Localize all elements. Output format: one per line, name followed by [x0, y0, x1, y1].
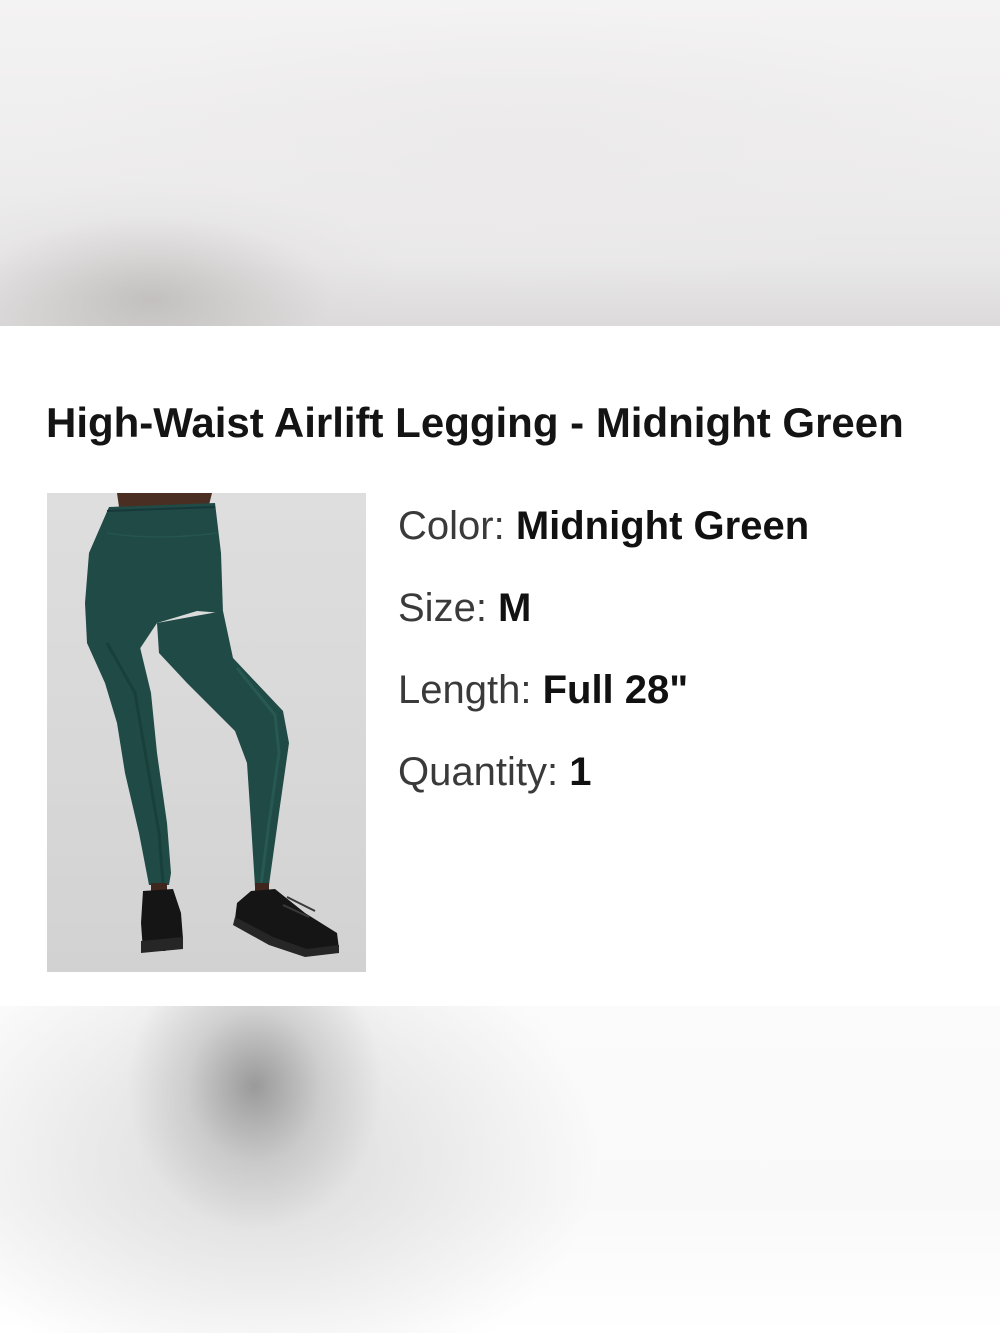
detail-quantity-label: Quantity: — [398, 750, 570, 794]
detail-size: Size: M — [398, 580, 978, 662]
detail-color-label: Color: — [398, 504, 516, 548]
order-item-details: Color: Midnight Green Size: M Length: Fu… — [398, 498, 978, 826]
detail-color: Color: Midnight Green — [398, 498, 978, 580]
detail-size-label: Size: — [398, 586, 499, 630]
product-image[interactable] — [47, 493, 366, 972]
detail-size-value: M — [498, 586, 532, 630]
blurred-backdrop-bottom — [0, 1006, 1000, 1333]
product-title: High-Waist Airlift Legging - Midnight Gr… — [46, 399, 904, 446]
order-item-screen: High-Waist Airlift Legging - Midnight Gr… — [0, 0, 1000, 1333]
legging-photo-illustration — [85, 493, 339, 957]
detail-length-value: Full 28" — [542, 668, 689, 712]
blurred-backdrop-top — [0, 0, 1000, 326]
detail-color-value: Midnight Green — [515, 504, 810, 548]
detail-length: Length: Full 28" — [398, 662, 978, 744]
detail-length-label: Length: — [398, 668, 543, 712]
detail-quantity-value: 1 — [569, 750, 592, 794]
detail-quantity: Quantity: 1 — [398, 744, 978, 826]
